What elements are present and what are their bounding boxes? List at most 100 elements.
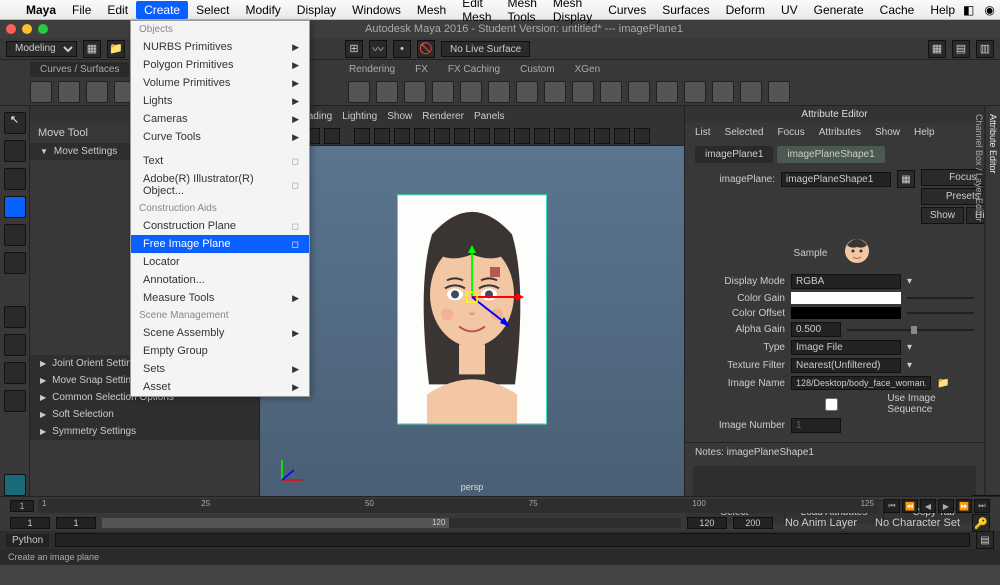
snap-curve-icon[interactable]: 〰: [369, 40, 387, 58]
menu-mesh[interactable]: Mesh: [409, 1, 454, 19]
lasso-tool-icon[interactable]: [4, 140, 26, 162]
menu-display[interactable]: Display: [289, 1, 344, 19]
ae-tab-imageplaneshape1[interactable]: imagePlaneShape1: [777, 146, 884, 163]
ae-link-attributes[interactable]: Attributes: [819, 127, 861, 138]
display-mode-dropdown[interactable]: RGBA: [791, 274, 901, 289]
step-forward-button[interactable]: ⏩: [956, 499, 972, 513]
node-name-input[interactable]: [781, 172, 891, 187]
node-io-icon[interactable]: ▦: [897, 170, 915, 188]
rotate-tool-icon[interactable]: [4, 224, 26, 246]
shelf-icon[interactable]: [572, 81, 594, 103]
layout-outliner-icon[interactable]: [4, 362, 26, 384]
use-image-sequence-checkbox[interactable]: [782, 398, 881, 411]
menu-help[interactable]: Help: [922, 1, 963, 19]
minimize-window-icon[interactable]: [22, 24, 32, 34]
notes-textarea[interactable]: [693, 466, 976, 496]
type-dropdown[interactable]: Image File: [791, 340, 901, 355]
chevron-down-icon[interactable]: ▾: [907, 360, 912, 371]
shelf-icon[interactable]: [432, 81, 454, 103]
menu-item-scene-assembly[interactable]: Scene Assembly▶: [131, 324, 309, 342]
no-live-icon[interactable]: 🚫: [417, 40, 435, 58]
texture-filter-dropdown[interactable]: Nearest(Unfiltered): [791, 358, 901, 373]
viewport-icon[interactable]: [394, 128, 410, 144]
image-plane[interactable]: [397, 194, 547, 424]
shelf-icon[interactable]: [628, 81, 650, 103]
play-back-button[interactable]: ◀: [920, 499, 936, 513]
menu-edit-mesh[interactable]: Edit Mesh: [454, 0, 499, 26]
menu-item-empty-group[interactable]: Empty Group: [131, 342, 309, 360]
menu-item-locator[interactable]: Locator: [131, 253, 309, 271]
command-input[interactable]: [55, 533, 970, 547]
close-window-icon[interactable]: [6, 24, 16, 34]
layout-icon-3[interactable]: ▥: [976, 40, 994, 58]
layout-four-icon[interactable]: [4, 334, 26, 356]
shelf-icon[interactable]: [30, 81, 52, 103]
color-gain-slider[interactable]: [907, 297, 974, 299]
new-scene-icon[interactable]: ▦: [83, 40, 101, 58]
shelf-tab-custom[interactable]: Custom: [510, 62, 564, 77]
scale-tool-icon[interactable]: [4, 252, 26, 274]
menu-cache[interactable]: Cache: [872, 1, 923, 19]
menu-curves[interactable]: Curves: [600, 1, 654, 19]
go-start-button[interactable]: ⏮: [884, 499, 900, 513]
right-tab-channel-box[interactable]: Channel Box / Layer Editor: [972, 106, 986, 496]
shelf-icon[interactable]: [376, 81, 398, 103]
zoom-window-icon[interactable]: [38, 24, 48, 34]
color-gain-swatch[interactable]: [791, 292, 901, 304]
shelf-icon[interactable]: [58, 81, 80, 103]
auto-key-icon[interactable]: 🔑: [972, 514, 990, 532]
view-menu-lighting[interactable]: Lighting: [342, 111, 377, 122]
viewport-icon[interactable]: [514, 128, 530, 144]
shelf-icon[interactable]: [600, 81, 622, 103]
shelf-icon[interactable]: [348, 81, 370, 103]
current-frame-input[interactable]: 1: [10, 500, 34, 512]
shelf-icon[interactable]: [712, 81, 734, 103]
menu-surfaces[interactable]: Surfaces: [654, 1, 717, 19]
menu-mesh-display[interactable]: Mesh Display: [545, 0, 600, 26]
menu-item-annotation[interactable]: Annotation...: [131, 271, 309, 289]
menu-item-curve-tools[interactable]: Curve Tools▶: [131, 128, 309, 146]
menu-item-nurbs-primitives[interactable]: NURBS Primitives▶: [131, 38, 309, 56]
viewport-icon[interactable]: [324, 128, 340, 144]
shelf-icon[interactable]: [768, 81, 790, 103]
menu-item-polygon-primitives[interactable]: Polygon Primitives▶: [131, 56, 309, 74]
color-offset-slider[interactable]: [907, 312, 974, 314]
shelf-tab-xgen[interactable]: XGen: [565, 62, 611, 77]
menu-mesh-tools[interactable]: Mesh Tools: [500, 0, 545, 26]
viewport-icon[interactable]: [454, 128, 470, 144]
menu-item-volume-primitives[interactable]: Volume Primitives▶: [131, 74, 309, 92]
menu-select[interactable]: Select: [188, 1, 237, 19]
ae-link-list[interactable]: List: [695, 127, 711, 138]
ae-link-focus[interactable]: Focus: [777, 127, 804, 138]
menu-create[interactable]: Create: [136, 1, 188, 19]
section-symmetry[interactable]: ▶Symmetry Settings: [30, 423, 259, 440]
viewport-icon[interactable]: [594, 128, 610, 144]
menu-deform[interactable]: Deform: [718, 1, 773, 19]
menu-uv[interactable]: UV: [773, 1, 806, 19]
viewport-icon[interactable]: [434, 128, 450, 144]
range-end-input[interactable]: [687, 517, 727, 529]
layout-persp-icon[interactable]: [4, 390, 26, 412]
viewport-icon[interactable]: [494, 128, 510, 144]
menu-windows[interactable]: Windows: [344, 1, 409, 19]
ae-link-selected[interactable]: Selected: [725, 127, 764, 138]
select-tool-icon[interactable]: ↖: [4, 112, 26, 134]
paint-select-tool-icon[interactable]: [4, 168, 26, 190]
snap-point-icon[interactable]: •: [393, 40, 411, 58]
time-ruler[interactable]: 1255075100125: [38, 499, 878, 513]
shelf-tab-fxcaching[interactable]: FX Caching: [438, 62, 510, 77]
move-tool-icon[interactable]: [4, 196, 26, 218]
anim-layer-dropdown[interactable]: No Anim Layer: [779, 516, 863, 530]
shelf-icon[interactable]: [516, 81, 538, 103]
open-scene-icon[interactable]: 📁: [107, 40, 125, 58]
viewport-icon[interactable]: [534, 128, 550, 144]
right-tab-attribute-editor[interactable]: Attribute Editor: [986, 106, 1000, 496]
viewport-icon[interactable]: [634, 128, 650, 144]
ae-link-help[interactable]: Help: [914, 127, 935, 138]
viewport-icon[interactable]: [374, 128, 390, 144]
view-menu-panels[interactable]: Panels: [474, 111, 505, 122]
layout-icon[interactable]: ▦: [928, 40, 946, 58]
viewport-icon[interactable]: [574, 128, 590, 144]
chevron-down-icon[interactable]: ▾: [907, 342, 912, 353]
view-menu-renderer[interactable]: Renderer: [422, 111, 464, 122]
